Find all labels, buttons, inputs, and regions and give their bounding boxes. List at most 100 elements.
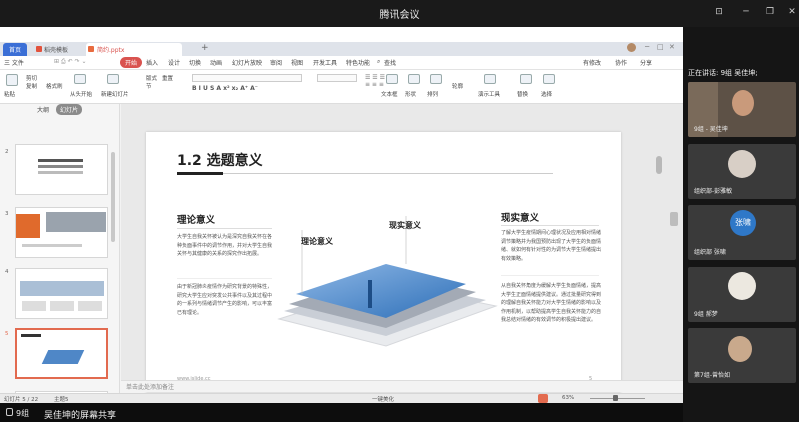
zoom-slider-thumb[interactable] bbox=[613, 395, 618, 401]
maximize-icon[interactable]: □ bbox=[657, 43, 664, 51]
window-title: 腾讯会议 bbox=[379, 10, 420, 21]
notes-placeholder[interactable]: 单击此处添加备注 bbox=[126, 382, 174, 391]
ppt-file-icon bbox=[88, 46, 94, 52]
share-group: 9组 bbox=[16, 409, 30, 418]
menu-transition[interactable]: 切换 bbox=[189, 58, 201, 67]
replace-icon[interactable] bbox=[520, 74, 532, 84]
outline-button[interactable]: 轮廓 bbox=[452, 82, 463, 90]
thumb-number: 2 bbox=[5, 149, 9, 155]
tab-slides[interactable]: 幻灯片 bbox=[56, 104, 83, 115]
user-photo bbox=[728, 272, 756, 300]
shape-icon[interactable] bbox=[408, 74, 420, 84]
practice-heading: 现实意义 bbox=[501, 213, 540, 224]
slide-canvas[interactable]: 1.2 选题意义 理论意义 大学生自我关怀被认为是深究自我关怀在各种负面事件中的… bbox=[146, 132, 621, 392]
slide-scrollbar[interactable] bbox=[656, 156, 662, 174]
play-from-start-icon[interactable] bbox=[74, 74, 86, 84]
title-underline bbox=[177, 172, 223, 175]
font-format-buttons[interactable]: B I U S A x² x₂ A⁺ A⁻ bbox=[192, 85, 342, 93]
format-painter-button[interactable]: 格式刷 bbox=[46, 82, 63, 90]
menu-home[interactable]: 开始 bbox=[120, 57, 143, 68]
thumbnail-scrollbar[interactable] bbox=[111, 152, 115, 242]
menu-features[interactable]: 特色功能 bbox=[346, 58, 370, 67]
layout-button[interactable]: 版式 bbox=[146, 74, 157, 82]
new-slide-label[interactable]: 新建幻灯片 bbox=[101, 90, 129, 98]
tab-pptx-label: 简约.pptx bbox=[97, 47, 125, 54]
tab-docer-label: 稻壳模板 bbox=[44, 47, 69, 54]
section-button[interactable]: 节 bbox=[146, 82, 152, 90]
participant-tile[interactable]: 张啸 组织部 张啸 bbox=[688, 205, 796, 260]
participant-tile[interactable]: 9组 郝梦 bbox=[688, 267, 796, 322]
close-icon[interactable]: ✕ bbox=[669, 43, 675, 51]
menu-insert[interactable]: 插入 bbox=[146, 58, 158, 67]
notes-area[interactable]: 单击此处添加备注 bbox=[121, 380, 683, 392]
cut-button[interactable]: 剪切 bbox=[26, 74, 37, 82]
thumb-shape bbox=[50, 301, 74, 311]
practice-paragraph-1: 了解大学生疫情期间心理状况及应用相对情绪调节策略并为我国预防出现了大学生的负面情… bbox=[501, 230, 602, 262]
select-label[interactable]: 选择 bbox=[541, 90, 552, 98]
participant-tile[interactable]: 第7组-曾怡如 bbox=[688, 328, 796, 383]
present-tools-icon[interactable] bbox=[484, 74, 496, 84]
share-button[interactable]: 分享 bbox=[640, 58, 652, 67]
collapse-panel-button[interactable] bbox=[670, 212, 678, 226]
reset-button[interactable]: 重置 bbox=[162, 74, 173, 82]
menu-design[interactable]: 设计 bbox=[168, 58, 180, 67]
avatar-initial: 张啸 bbox=[730, 210, 756, 236]
user-avatar[interactable] bbox=[627, 43, 636, 52]
pin-icon[interactable]: ⊡ bbox=[714, 7, 724, 17]
menu-view[interactable]: 视图 bbox=[291, 58, 303, 67]
unsaved-status[interactable]: 有修改 bbox=[583, 58, 601, 67]
new-slide-icon[interactable] bbox=[107, 74, 119, 84]
theory-heading: 理论意义 bbox=[177, 215, 216, 226]
shape-label[interactable]: 形状 bbox=[405, 90, 416, 98]
diagram-label-practice: 现实意义 bbox=[389, 221, 421, 230]
collab-button[interactable]: 协作 bbox=[615, 58, 627, 67]
arrange-icon[interactable] bbox=[430, 74, 442, 84]
menu-review[interactable]: 审阅 bbox=[270, 58, 282, 67]
tab-outline[interactable]: 大纲 bbox=[37, 105, 49, 114]
screen-share-bar: 9组 吴佳坤的屏幕共享 bbox=[0, 403, 683, 422]
participant-tile[interactable]: 组织部-彭雅敏 bbox=[688, 144, 796, 199]
meeting-title-bar: 腾讯会议 ⊡ ─ ❐ ✕ bbox=[0, 0, 799, 27]
slide-thumbnail-2[interactable] bbox=[15, 144, 108, 195]
tab-home[interactable]: 首页 bbox=[3, 43, 28, 56]
present-tools-label[interactable]: 演示工具 bbox=[478, 90, 500, 98]
font-family-select[interactable] bbox=[192, 74, 302, 82]
tab-docer-templates[interactable]: 稻壳模板 bbox=[34, 43, 74, 56]
menu-file[interactable]: 三 文件 bbox=[4, 58, 24, 67]
menu-slideshow[interactable]: 幻灯片放映 bbox=[232, 58, 262, 67]
beautify-button[interactable]: 一键美化 bbox=[372, 395, 394, 403]
user-photo bbox=[732, 90, 754, 116]
play-button[interactable] bbox=[538, 394, 548, 403]
textbox-label[interactable]: 文本框 bbox=[381, 90, 398, 98]
menu-animation[interactable]: 动画 bbox=[210, 58, 222, 67]
paste-icon[interactable] bbox=[6, 74, 18, 86]
menu-developer[interactable]: 开发工具 bbox=[313, 58, 337, 67]
minimize-icon[interactable]: ─ bbox=[741, 7, 751, 17]
copy-button[interactable]: 复制 bbox=[26, 82, 37, 90]
from-start-label[interactable]: 从头开始 bbox=[70, 90, 92, 98]
slide-thumbnail-5[interactable] bbox=[15, 328, 108, 379]
thumb-shape bbox=[38, 159, 83, 162]
tab-pptx-file[interactable]: 简约.pptx bbox=[86, 43, 182, 56]
paste-label[interactable]: 粘贴 bbox=[4, 90, 15, 98]
close-icon[interactable]: ✕ bbox=[787, 7, 797, 17]
slide-thumbnail-3[interactable] bbox=[15, 207, 108, 258]
thumb-shape bbox=[46, 212, 106, 232]
arrange-label[interactable]: 排列 bbox=[427, 90, 438, 98]
maximize-icon[interactable]: ❐ bbox=[765, 7, 775, 17]
select-icon[interactable] bbox=[543, 74, 555, 84]
new-tab-button[interactable]: + bbox=[201, 43, 209, 53]
font-size-select[interactable] bbox=[317, 74, 357, 82]
thumb-shape bbox=[22, 244, 82, 247]
replace-label[interactable]: 替换 bbox=[517, 90, 528, 98]
menu-search[interactable]: ⌕ 查找 bbox=[377, 58, 396, 67]
quick-access-icons[interactable]: ⊞ ⎙ ↶ ↷ ⌄ bbox=[54, 58, 87, 66]
textbox-icon[interactable] bbox=[386, 74, 398, 84]
minimize-icon[interactable]: ─ bbox=[645, 43, 649, 51]
theme-name: 主题5 bbox=[54, 397, 69, 403]
slide-thumbnail-4[interactable] bbox=[15, 268, 108, 319]
shared-top-strip bbox=[0, 27, 683, 42]
participant-tile[interactable]: 9组 - 吴佳坤 bbox=[688, 82, 796, 137]
participant-name: 9组 - 吴佳坤 bbox=[694, 126, 728, 133]
participant-name: 9组 郝梦 bbox=[694, 311, 718, 318]
